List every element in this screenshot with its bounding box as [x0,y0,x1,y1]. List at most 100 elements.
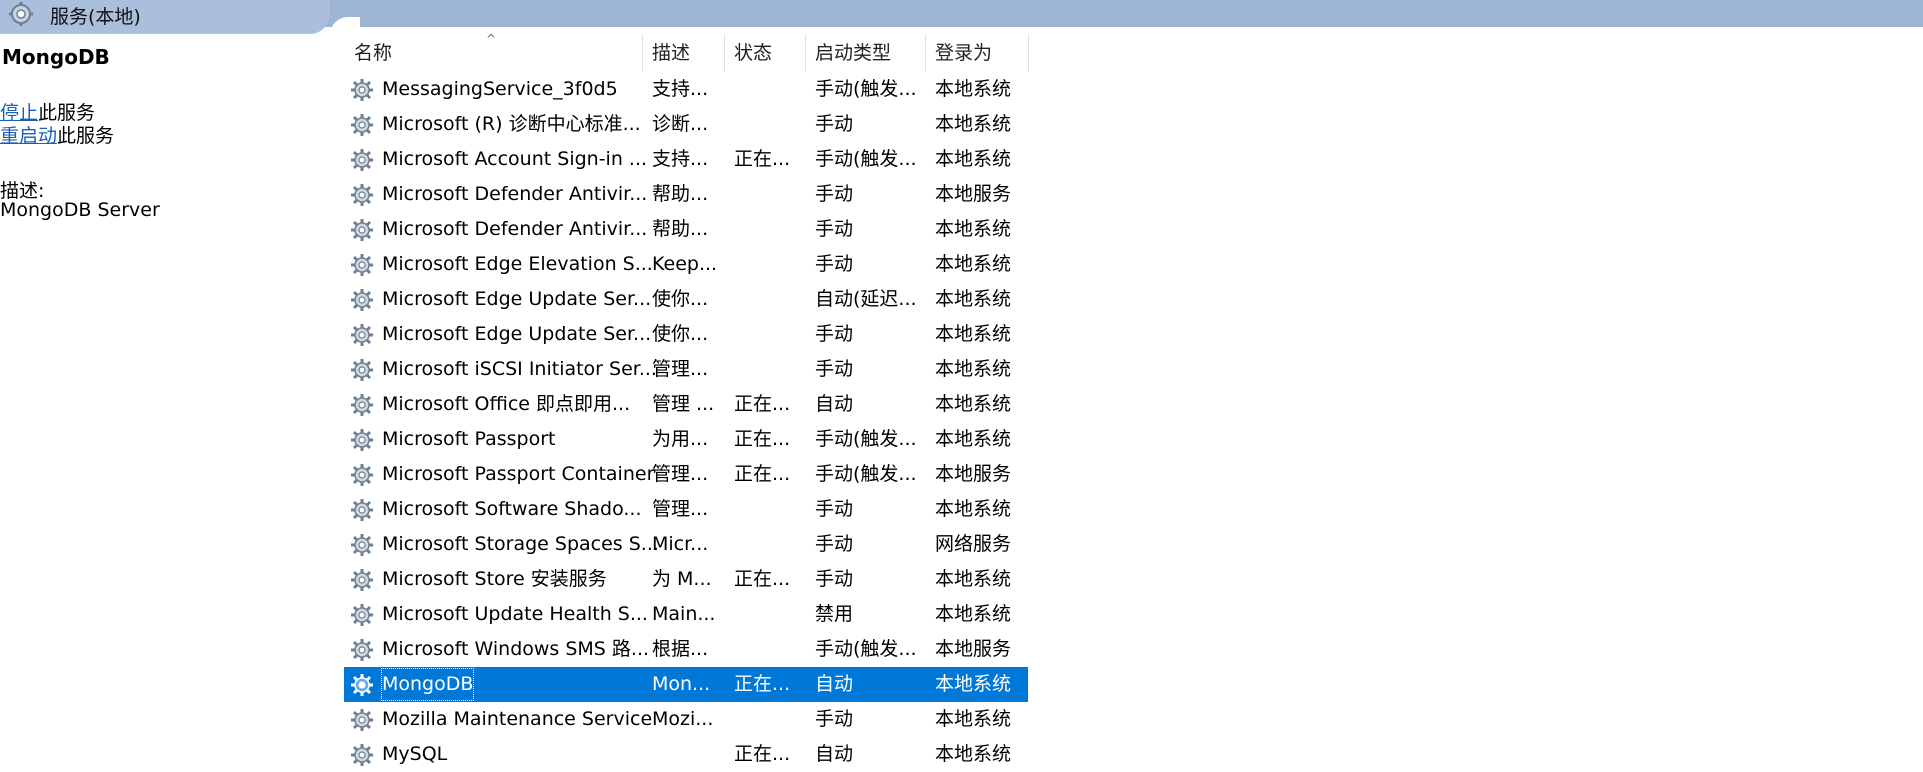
service-logon-cell: 本地系统 [935,323,1012,345]
table-row[interactable]: Microsoft iSCSI Initiator Ser... 管理... 手动 本… [344,352,1028,387]
column-header-startup-type[interactable]: 启动类型 [805,34,925,72]
service-description-cell [652,737,722,772]
service-description-cell: 管理... [652,498,709,520]
service-logon-cell: 网络服务 [935,533,1012,555]
table-row[interactable]: Microsoft Windows SMS 路... 根据... 手动(触发... 本… [344,632,1028,667]
service-startup-type-cell: 手动(触发... [815,148,917,170]
service-gear-icon [351,604,373,626]
service-description-cell: 帮助... [652,218,709,240]
table-row[interactable]: Microsoft Office 即点即用... 管理 ... 正在... 自动 本地系… [344,387,1028,422]
service-gear-icon [351,639,373,661]
table-row[interactable]: Microsoft Account Sign-in ... 支持... 正在... 手… [344,142,1028,177]
service-status-cell: 正在... [734,148,791,170]
table-header: ^ 名称 描述 状态 启动类型 登录为 [344,32,1029,72]
service-startup-type-cell: 手动 [815,218,854,240]
table-row[interactable]: MessagingService_3f0d5 支持... 手动(触发... 本地系统 [344,72,1028,107]
service-description-cell: Micr... [652,533,709,555]
table-row[interactable]: Microsoft Edge Elevation S... Keep... 手动 本地… [344,247,1028,282]
service-gear-icon [351,254,373,276]
service-name: Microsoft Passport Container [382,463,655,485]
service-status-cell: 正在... [734,673,791,695]
service-status-cell [734,282,804,317]
table-row[interactable]: Mozilla Maintenance Service Mozi... 手动 本地系统 [344,702,1028,737]
service-logon-cell: 本地系统 [935,148,1012,170]
service-name: MySQL [382,743,448,765]
table-row[interactable]: Microsoft Store 安装服务 为 M... 正在... 手动 本地系统 [344,562,1028,597]
service-description-cell: 管理 ... [652,393,715,415]
service-gear-icon [351,744,373,766]
service-name: Microsoft Store 安装服务 [382,568,607,590]
service-description-cell: Mon... [652,673,711,695]
service-startup-type-cell: 手动(触发... [815,638,917,660]
service-description-cell: Mozi... [652,708,714,730]
description-text: MongoDB Server [0,199,160,221]
window-title: 服务(本地) [50,6,141,28]
table-row[interactable]: Microsoft Edge Update Ser... 使你... 自动(延迟..… [344,282,1028,317]
service-description-cell: 为用... [652,428,709,450]
service-description-cell: 诊断... [652,113,709,135]
service-status-cell: 正在... [734,428,791,450]
service-description-cell: Main... [652,603,716,625]
service-startup-type-cell: 自动(延迟... [815,288,917,310]
table-row[interactable]: Microsoft Passport 为用... 正在... 手动(触发... 本地系统 [344,422,1028,457]
column-header-log-on-as[interactable]: 登录为 [925,34,1028,72]
tab-services-local[interactable]: 服务(本地) [0,0,330,34]
service-startup-type-cell: 自动 [815,393,854,415]
table-row[interactable]: MySQL 正在... 自动 本地系统 [344,737,1028,772]
table-row[interactable]: Microsoft (R) 诊断中心标准... 诊断... 手动 本地系统 [344,107,1028,142]
service-logon-cell: 本地系统 [935,708,1012,730]
service-name: Microsoft Software Shado... [382,498,642,520]
service-status-cell [734,247,804,282]
service-description-cell: 管理... [652,463,709,485]
service-startup-type-cell: 手动 [815,498,854,520]
service-logon-cell: 本地服务 [935,183,1012,205]
service-logon-cell: 本地系统 [935,78,1012,100]
service-status-cell [734,597,804,632]
service-name: Microsoft Passport [382,428,556,450]
service-status-cell: 正在... [734,568,791,590]
service-status-cell [734,632,804,667]
table-row[interactable]: Microsoft Defender Antivir... 帮助... 手动 本地服务 [344,177,1028,212]
table-row[interactable]: Microsoft Edge Update Ser... 使你... 手动 本地系统 [344,317,1028,352]
service-status-cell: 正在... [734,463,791,485]
service-description-cell: 使你... [652,288,709,310]
table-row[interactable]: Microsoft Defender Antivir... 帮助... 手动 本地系统 [344,212,1028,247]
service-logon-cell: 本地系统 [935,743,1012,765]
table-row[interactable]: Microsoft Update Health S... Main... 禁用 本地系… [344,597,1028,632]
service-gear-icon [351,289,373,311]
service-startup-type-cell: 手动(触发... [815,78,917,100]
service-startup-type-cell: 手动(触发... [815,428,917,450]
restart-service-action: 重启动此服务 [0,121,114,148]
table-row-selected[interactable]: MongoDB Mon... 正在... 自动 本地系统 [344,667,1028,702]
service-startup-type-cell: 手动 [815,533,854,555]
services-gear-icon [9,2,33,26]
service-status-cell [734,177,804,212]
service-name: Microsoft (R) 诊断中心标准... [382,113,641,135]
service-name: Microsoft Update Health S... [382,603,648,625]
column-header-description[interactable]: 描述 [642,34,724,72]
table-row[interactable]: Microsoft Passport Container 管理... 正在... 手动… [344,457,1028,492]
service-logon-cell: 本地服务 [935,463,1012,485]
service-logon-cell: 本地系统 [935,568,1012,590]
column-header-name[interactable]: 名称 [344,34,642,72]
service-status-cell [734,352,804,387]
service-name: Microsoft Defender Antivir... [382,183,648,205]
service-startup-type-cell: 手动 [815,183,854,205]
service-logon-cell: 本地系统 [935,218,1012,240]
service-description-cell: 根据... [652,638,709,660]
table-row[interactable]: Microsoft Software Shado... 管理... 手动 本地系统 [344,492,1028,527]
table-row[interactable]: Microsoft Storage Spaces S... Micr... 手动 网络… [344,527,1028,562]
service-logon-cell: 本地系统 [935,428,1012,450]
service-logon-cell: 本地服务 [935,638,1012,660]
service-status-cell [734,72,804,107]
service-description-cell: 为 M... [652,568,712,590]
service-gear-icon [351,709,373,731]
service-name: Microsoft Edge Elevation S... [382,253,653,275]
service-name: Microsoft Defender Antivir... [382,218,648,240]
service-startup-type-cell: 手动 [815,708,854,730]
service-logon-cell: 本地系统 [935,498,1012,520]
column-header-status[interactable]: 状态 [724,34,805,72]
service-logon-cell: 本地系统 [935,288,1012,310]
restart-service-link[interactable]: 重启动 [0,125,57,147]
service-gear-icon [351,184,373,206]
